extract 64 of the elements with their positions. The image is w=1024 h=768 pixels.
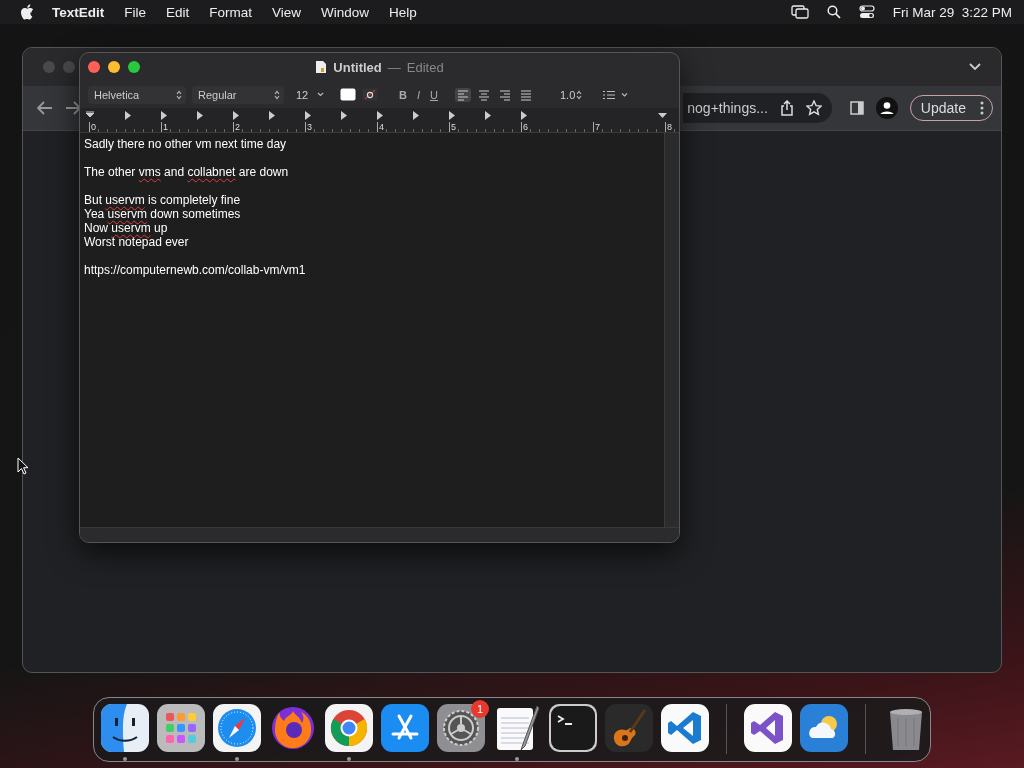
text-color-swatch-icon[interactable] (340, 88, 356, 101)
star-icon[interactable] (805, 100, 822, 116)
align-left-icon[interactable] (454, 87, 471, 102)
text-line: Now uservm up (84, 221, 169, 235)
screen-mirroring-icon[interactable] (790, 5, 809, 19)
back-arrow-icon[interactable] (37, 101, 53, 115)
code-editor-icon[interactable] (661, 704, 709, 752)
forward-arrow-icon[interactable] (65, 101, 81, 115)
notification-badge: 1 (471, 700, 489, 718)
weather-sun-cloud-icon[interactable] (799, 704, 848, 752)
gear-icon[interactable] (437, 704, 485, 752)
font-size-popup[interactable]: 12 (290, 85, 328, 104)
fox-globe-icon[interactable] (269, 704, 317, 752)
highlight-color-icon[interactable] (362, 88, 378, 101)
text-line: But uservm is completely fine (84, 193, 242, 207)
search-icon[interactable] (826, 5, 841, 19)
stepper-arrows-icon (575, 89, 582, 100)
app-grid-icon[interactable] (157, 704, 205, 752)
chevron-down-icon (317, 92, 324, 97)
list-bullets-icon[interactable] (601, 89, 630, 100)
text-line: Yea uservm down sometimes (84, 207, 242, 221)
menu-item[interactable]: Edit (156, 4, 200, 20)
edited-status: Edited (406, 59, 444, 75)
bold-button[interactable]: B (394, 88, 412, 101)
chevron-down-icon[interactable] (969, 63, 981, 71)
address-text: nog+things... (687, 100, 768, 116)
tab-stops-drawing[interactable] (86, 111, 668, 121)
mouse-pointer-icon (17, 457, 29, 475)
zoom-button[interactable] (128, 61, 140, 73)
control-center-icon[interactable] (858, 5, 875, 19)
compass-icon[interactable] (213, 704, 261, 752)
more-options-icon[interactable] (980, 101, 984, 115)
terminal-icon[interactable] (549, 704, 597, 752)
text-line: Worst notepad ever (84, 235, 190, 249)
title-separator: — (387, 59, 401, 75)
smiling-face-app-icon[interactable] (101, 704, 149, 752)
address-bar[interactable]: nog+things... (683, 93, 832, 123)
document-icon (315, 60, 328, 74)
app-menu[interactable]: TextEdit (42, 4, 115, 20)
share-icon[interactable] (779, 100, 794, 116)
menu-item[interactable]: View (262, 4, 312, 20)
guitar-icon[interactable] (605, 704, 653, 752)
font-style-popup[interactable]: Regular (192, 85, 284, 104)
menu-item[interactable]: Window (311, 4, 380, 20)
menu-item[interactable]: File (114, 4, 157, 20)
window-title: Untitled (333, 59, 382, 75)
menu-item[interactable]: Format (199, 4, 263, 20)
profile-icon[interactable] (875, 97, 898, 119)
menu-bar-clock[interactable]: Fri Mar 29 3:22 PM (892, 4, 1012, 20)
text-line: https://computernewb.com/collab-vm/vm1 (84, 263, 307, 277)
ide-icon[interactable] (743, 704, 792, 752)
apple-logo-icon[interactable] (20, 4, 34, 20)
stepper-arrows-icon (274, 89, 280, 100)
line-spacing-popup[interactable]: 1.0 (553, 85, 586, 104)
close-button[interactable] (88, 61, 100, 73)
underline-button[interactable]: U (425, 88, 443, 101)
minimize-button[interactable] (108, 61, 120, 73)
font-family-popup[interactable]: Helvetica (88, 85, 186, 104)
text-line: Sadly there no other vm next time day (84, 137, 288, 151)
text-line: The other vms and collabnet are down (84, 165, 290, 179)
side-panel-icon[interactable] (849, 101, 864, 115)
stepper-arrows-icon (176, 89, 182, 100)
italic-button[interactable]: I (411, 88, 425, 101)
menu-item[interactable]: Help (379, 4, 427, 20)
